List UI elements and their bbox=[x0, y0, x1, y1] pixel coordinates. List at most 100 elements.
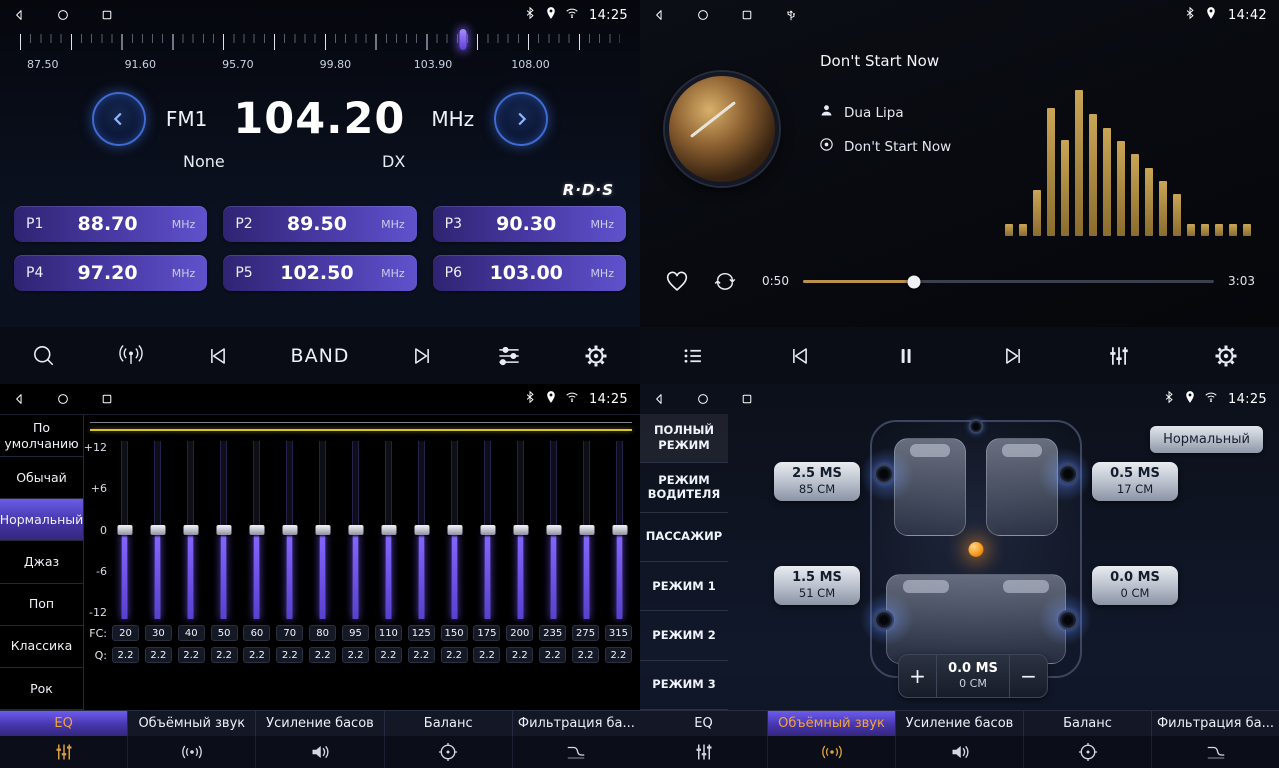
recents-button[interactable] bbox=[100, 392, 114, 406]
balance-tab-icon[interactable] bbox=[1024, 736, 1152, 768]
front-right-delay-button[interactable]: 0.5 MS 17 CM bbox=[1092, 462, 1178, 501]
preset-p5[interactable]: P5102.50MHz bbox=[223, 255, 416, 291]
preset-p3[interactable]: P390.30MHz bbox=[433, 206, 626, 242]
rear-left-delay-button[interactable]: 1.5 MS 51 CM bbox=[774, 566, 860, 605]
balance-tab-icon[interactable] bbox=[385, 736, 513, 768]
listening-position-dot[interactable] bbox=[969, 542, 984, 557]
tab-eq[interactable]: EQ bbox=[0, 711, 128, 736]
eq-band-slider[interactable] bbox=[281, 441, 298, 619]
tab-filter[interactable]: Фильтрация ба... bbox=[513, 711, 640, 736]
eq-slider-handle[interactable] bbox=[216, 525, 231, 535]
eq-preset-normal[interactable]: Нормальный bbox=[0, 499, 83, 541]
eq-preset-classic[interactable]: Классика bbox=[0, 626, 83, 668]
eq-slider-handle[interactable] bbox=[414, 525, 429, 535]
mode-driver[interactable]: РЕЖИМ ВОДИТЕЛЯ bbox=[640, 463, 728, 512]
eq-slider-handle[interactable] bbox=[546, 525, 561, 535]
mode-full[interactable]: ПОЛНЫЙ РЕЖИМ bbox=[640, 414, 728, 463]
eq-band-slider[interactable] bbox=[248, 441, 265, 619]
mixer-button[interactable] bbox=[1105, 342, 1133, 370]
recents-button[interactable] bbox=[740, 8, 754, 22]
eq-band-slider[interactable] bbox=[413, 441, 430, 619]
bass-boost-tab-icon[interactable] bbox=[896, 736, 1024, 768]
eq-slider-handle[interactable] bbox=[150, 525, 165, 535]
eq-preset-pop[interactable]: Поп bbox=[0, 584, 83, 626]
eq-band-slider[interactable] bbox=[149, 441, 166, 619]
recents-button[interactable] bbox=[100, 8, 114, 22]
home-button[interactable] bbox=[56, 392, 70, 406]
eq-preset-rock[interactable]: Рок bbox=[0, 668, 83, 710]
filter-tab-icon[interactable] bbox=[513, 736, 640, 768]
recents-button[interactable] bbox=[740, 392, 754, 406]
eq-preset-jazz[interactable]: Джаз bbox=[0, 541, 83, 583]
eq-slider-handle[interactable] bbox=[612, 525, 627, 535]
tab-bass-boost[interactable]: Усиление басов bbox=[256, 711, 384, 736]
mode-1[interactable]: РЕЖИМ 1 bbox=[640, 562, 728, 611]
front-left-delay-button[interactable]: 2.5 MS 85 CM bbox=[774, 462, 860, 501]
eq-band-slider[interactable] bbox=[380, 441, 397, 619]
rear-right-delay-button[interactable]: 0.0 MS 0 CM bbox=[1092, 566, 1178, 605]
eq-slider-handle[interactable] bbox=[117, 525, 132, 535]
tab-balance[interactable]: Баланс bbox=[385, 711, 513, 736]
home-button[interactable] bbox=[56, 8, 70, 22]
eq-slider-handle[interactable] bbox=[282, 525, 297, 535]
filter-tab-icon[interactable] bbox=[1152, 736, 1279, 768]
back-button[interactable] bbox=[652, 392, 666, 406]
eq-slider-handle[interactable] bbox=[315, 525, 330, 535]
eq-band-slider[interactable] bbox=[479, 441, 496, 619]
scan-broadcast-button[interactable] bbox=[117, 342, 145, 370]
prev-station-button[interactable] bbox=[204, 342, 232, 370]
surround-tab-icon[interactable] bbox=[128, 736, 256, 768]
eq-band-slider[interactable] bbox=[116, 441, 133, 619]
seek-bar[interactable] bbox=[803, 274, 1214, 288]
favorite-button[interactable] bbox=[664, 268, 690, 294]
eq-band-slider[interactable] bbox=[545, 441, 562, 619]
audio-settings-button[interactable] bbox=[495, 342, 523, 370]
tab-balance[interactable]: Баланс bbox=[1024, 711, 1152, 736]
preset-p1[interactable]: P188.70MHz bbox=[14, 206, 207, 242]
eq-band-slider[interactable] bbox=[215, 441, 232, 619]
home-button[interactable] bbox=[696, 8, 710, 22]
eq-preset-default[interactable]: По умолчанию bbox=[0, 415, 83, 457]
eq-band-slider[interactable] bbox=[347, 441, 364, 619]
eq-band-slider[interactable] bbox=[611, 441, 628, 619]
eq-band-slider[interactable] bbox=[182, 441, 199, 619]
preset-p2[interactable]: P289.50MHz bbox=[223, 206, 416, 242]
eq-slider-handle[interactable] bbox=[381, 525, 396, 535]
tab-filter[interactable]: Фильтрация ба... bbox=[1152, 711, 1279, 736]
eq-slider-handle[interactable] bbox=[480, 525, 495, 535]
eq-band-slider[interactable] bbox=[314, 441, 331, 619]
settings-button[interactable] bbox=[1212, 342, 1240, 370]
eq-slider-handle[interactable] bbox=[249, 525, 264, 535]
eq-band-slider[interactable] bbox=[512, 441, 529, 619]
tab-surround[interactable]: Объёмный звук bbox=[768, 711, 896, 736]
eq-tab-icon[interactable] bbox=[640, 736, 768, 768]
progress-thumb[interactable] bbox=[907, 275, 920, 288]
settings-button[interactable] bbox=[582, 342, 610, 370]
tab-bass-boost[interactable]: Усиление басов bbox=[896, 711, 1024, 736]
delay-decrease-button[interactable]: − bbox=[1009, 655, 1047, 697]
mode-3[interactable]: РЕЖИМ 3 bbox=[640, 661, 728, 710]
surround-tab-icon[interactable] bbox=[768, 736, 896, 768]
sound-preset-button[interactable]: Нормальный bbox=[1150, 426, 1263, 453]
eq-slider-handle[interactable] bbox=[579, 525, 594, 535]
playlist-button[interactable] bbox=[679, 342, 707, 370]
eq-slider-handle[interactable] bbox=[348, 525, 363, 535]
eq-band-slider[interactable] bbox=[446, 441, 463, 619]
search-button[interactable] bbox=[30, 342, 58, 370]
preset-p4[interactable]: P497.20MHz bbox=[14, 255, 207, 291]
eq-slider-handle[interactable] bbox=[447, 525, 462, 535]
eq-band-slider[interactable] bbox=[578, 441, 595, 619]
repeat-button[interactable] bbox=[712, 268, 738, 294]
back-button[interactable] bbox=[652, 8, 666, 22]
tune-down-button[interactable] bbox=[92, 92, 146, 146]
mode-passenger[interactable]: ПАССАЖИР bbox=[640, 513, 728, 562]
next-track-button[interactable] bbox=[999, 342, 1027, 370]
preset-p6[interactable]: P6103.00MHz bbox=[433, 255, 626, 291]
mode-2[interactable]: РЕЖИМ 2 bbox=[640, 611, 728, 660]
tuner-indicator[interactable] bbox=[460, 29, 467, 50]
home-button[interactable] bbox=[696, 392, 710, 406]
prev-track-button[interactable] bbox=[786, 342, 814, 370]
next-station-button[interactable] bbox=[408, 342, 436, 370]
eq-slider-handle[interactable] bbox=[183, 525, 198, 535]
eq-preset-custom[interactable]: Обычай bbox=[0, 457, 83, 499]
